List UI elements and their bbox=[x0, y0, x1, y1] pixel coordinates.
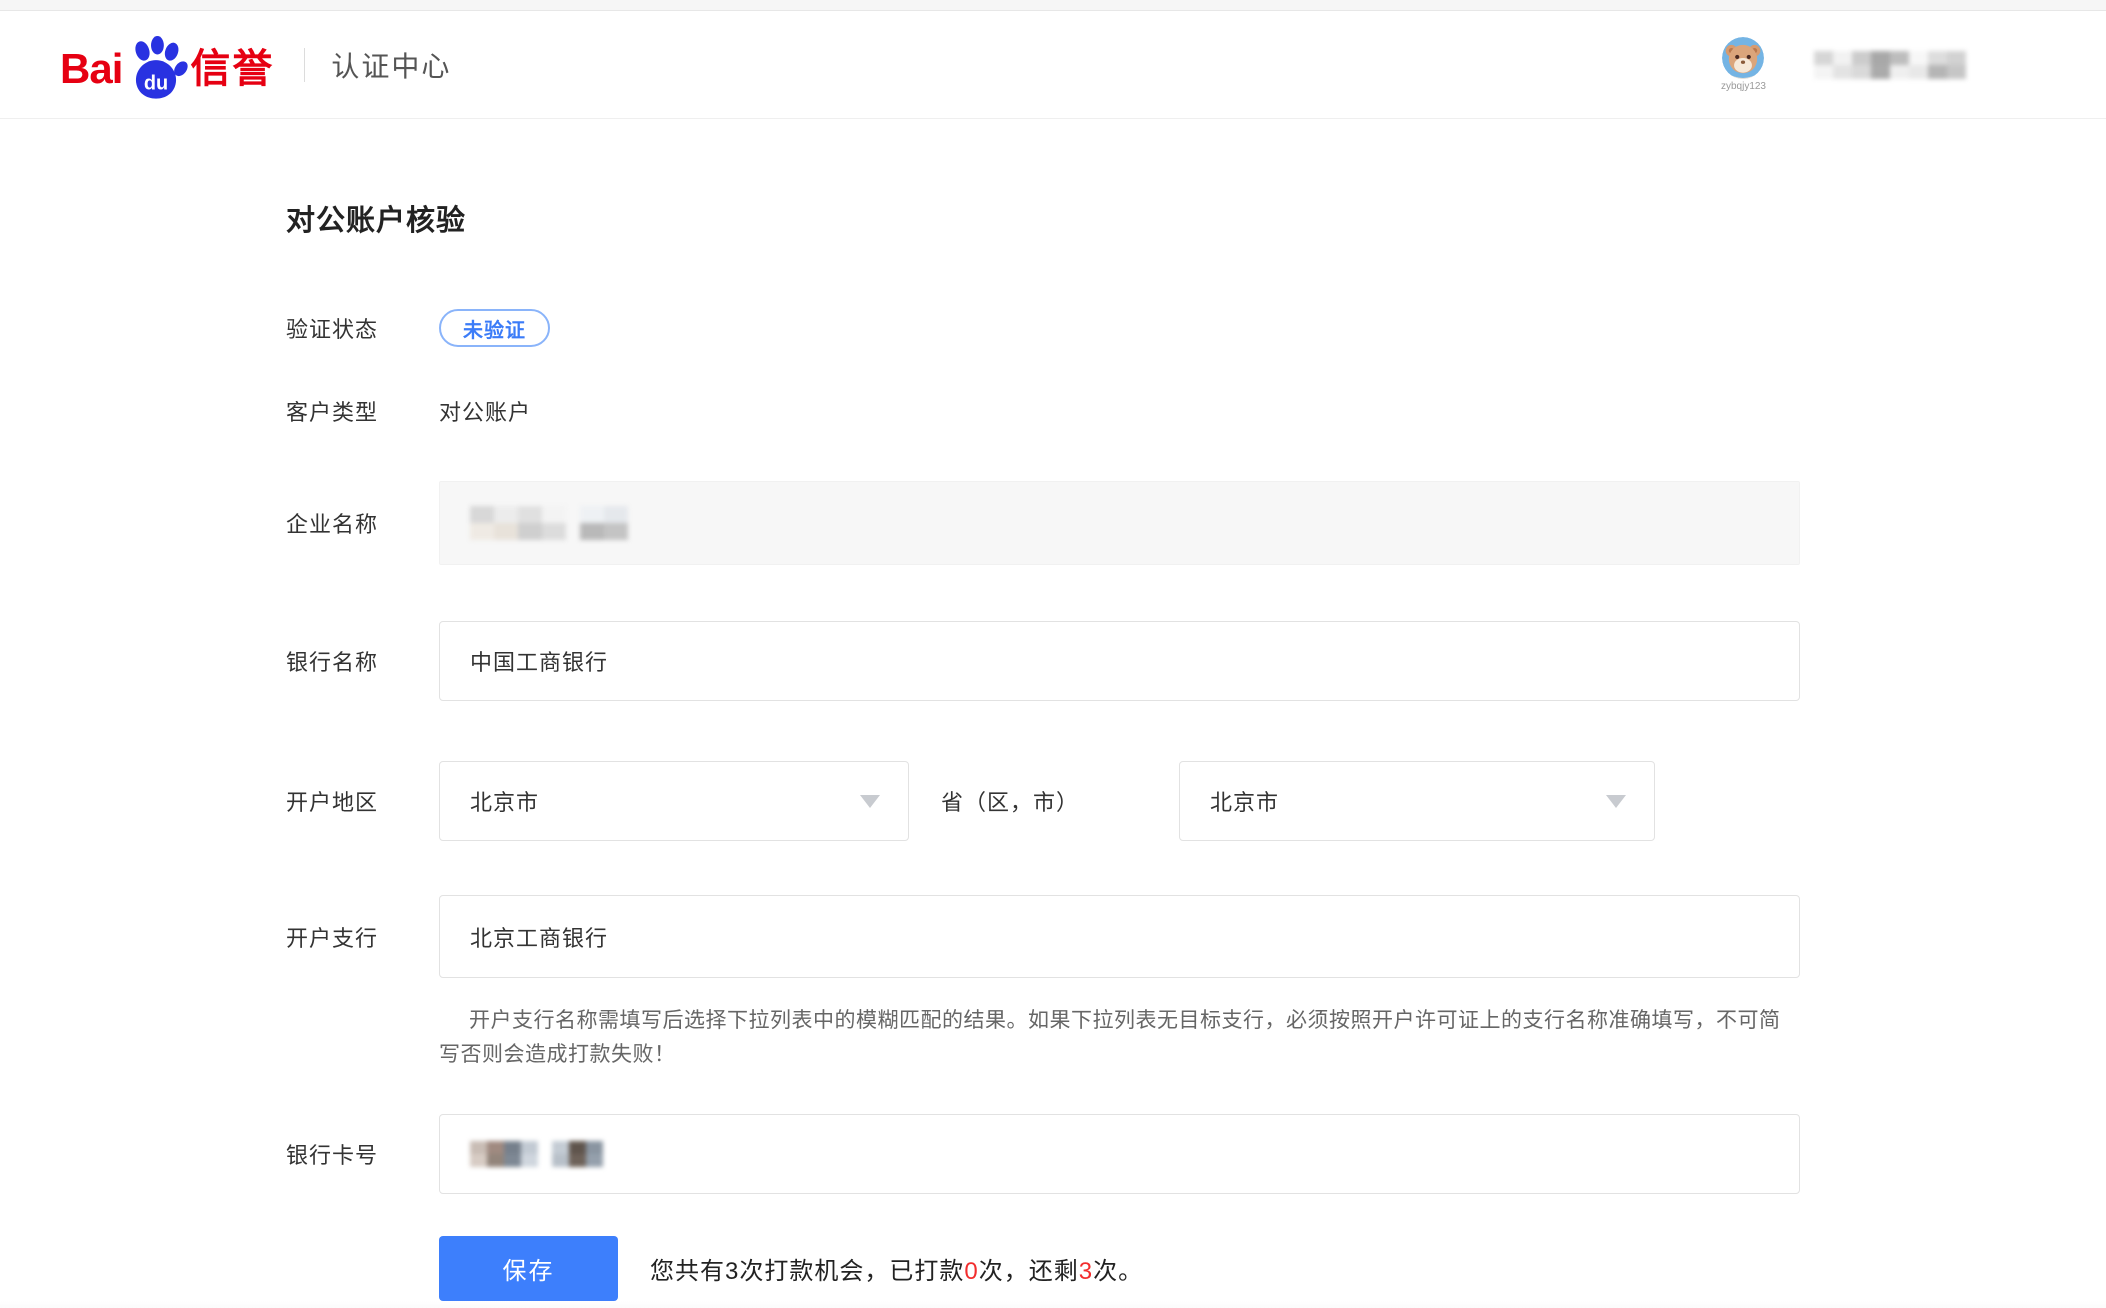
attempts-remaining: 3 bbox=[1079, 1258, 1093, 1285]
company-name-field bbox=[439, 481, 1800, 565]
status-label: 验证状态 bbox=[286, 312, 439, 344]
branch-input[interactable]: 北京工商银行 bbox=[439, 895, 1800, 978]
logo-text-du: du bbox=[144, 72, 168, 94]
status-badge: 未验证 bbox=[439, 309, 550, 347]
payment-attempts-text: 您共有3次打款机会，已打款0次，还剩3次。 bbox=[650, 1251, 1143, 1286]
customer-type-row: 客户类型 对公账户 bbox=[286, 395, 2106, 427]
region-row: 开户地区 北京市 省（区，市） 北京市 bbox=[286, 761, 2106, 841]
attempts-prefix: 您共有 bbox=[650, 1258, 725, 1285]
region-middle-label: 省（区，市） bbox=[909, 785, 1179, 817]
app-header: Bai du 信誉 认证中心 bbox=[0, 11, 2106, 119]
save-button[interactable]: 保存 bbox=[439, 1236, 618, 1301]
company-name-row: 企业名称 bbox=[286, 481, 2106, 565]
verification-form-page: 对公账户核验 验证状态 未验证 客户类型 对公账户 企业名称 银行名称 bbox=[0, 119, 2106, 1301]
save-row: 保存 您共有3次打款机会，已打款0次，还剩3次。 bbox=[286, 1236, 2106, 1301]
redacted-company-name bbox=[470, 506, 628, 540]
bank-name-row: 银行名称 中国工商银行 bbox=[286, 621, 2106, 701]
status-row: 验证状态 未验证 bbox=[286, 309, 2106, 347]
caret-down-icon bbox=[1606, 795, 1626, 808]
bank-name-input[interactable]: 中国工商银行 bbox=[439, 621, 1800, 701]
attempts-used: 0 bbox=[964, 1258, 978, 1285]
user-avatar-block[interactable]: zybqjy123 bbox=[1721, 37, 1766, 92]
branch-note-text: 开户支行名称需填写后选择下拉列表中的模糊匹配的结果。如果下拉列表无目标支行，必须… bbox=[439, 1004, 1800, 1072]
branch-row: 开户支行 北京工商银行 bbox=[286, 895, 2106, 978]
card-number-label: 银行卡号 bbox=[286, 1138, 439, 1170]
customer-type-value: 对公账户 bbox=[439, 395, 531, 427]
header-user-area: zybqjy123 bbox=[1721, 37, 1966, 92]
avatar[interactable] bbox=[1722, 37, 1764, 79]
header-title: 认证中心 bbox=[331, 45, 451, 85]
city-select[interactable]: 北京市 bbox=[1179, 761, 1655, 841]
logo-text-xinyu: 信誉 bbox=[190, 49, 274, 94]
bank-name-label: 银行名称 bbox=[286, 645, 439, 677]
attempts-mid2: 次，还剩 bbox=[979, 1258, 1079, 1285]
baidu-xinyu-logo[interactable]: Bai du 信誉 bbox=[60, 36, 274, 94]
customer-type-label: 客户类型 bbox=[286, 395, 439, 427]
page-bottom-fade bbox=[0, 1301, 2106, 1308]
card-number-row: 银行卡号 bbox=[286, 1114, 2106, 1194]
header-divider bbox=[304, 48, 305, 82]
card-number-input[interactable] bbox=[439, 1114, 1800, 1194]
province-select[interactable]: 北京市 bbox=[439, 761, 909, 841]
redacted-card-number bbox=[470, 1137, 603, 1171]
redacted-username bbox=[1814, 51, 1966, 79]
avatar-caption: zybqjy123 bbox=[1721, 81, 1766, 92]
logo-text-bai: Bai bbox=[60, 48, 122, 94]
company-name-label: 企业名称 bbox=[286, 507, 439, 539]
city-select-value: 北京市 bbox=[1210, 785, 1279, 817]
browser-top-strip bbox=[0, 0, 2106, 11]
caret-down-icon bbox=[860, 795, 880, 808]
page-title: 对公账户核验 bbox=[286, 197, 2106, 239]
attempts-total: 3 bbox=[725, 1258, 739, 1285]
region-label: 开户地区 bbox=[286, 785, 439, 817]
province-select-value: 北京市 bbox=[470, 785, 539, 817]
attempts-mid1: 次打款机会，已打款 bbox=[739, 1258, 964, 1285]
branch-label: 开户支行 bbox=[286, 921, 439, 953]
baidu-paw-icon: du bbox=[124, 36, 188, 100]
attempts-suffix: 次。 bbox=[1093, 1258, 1143, 1285]
